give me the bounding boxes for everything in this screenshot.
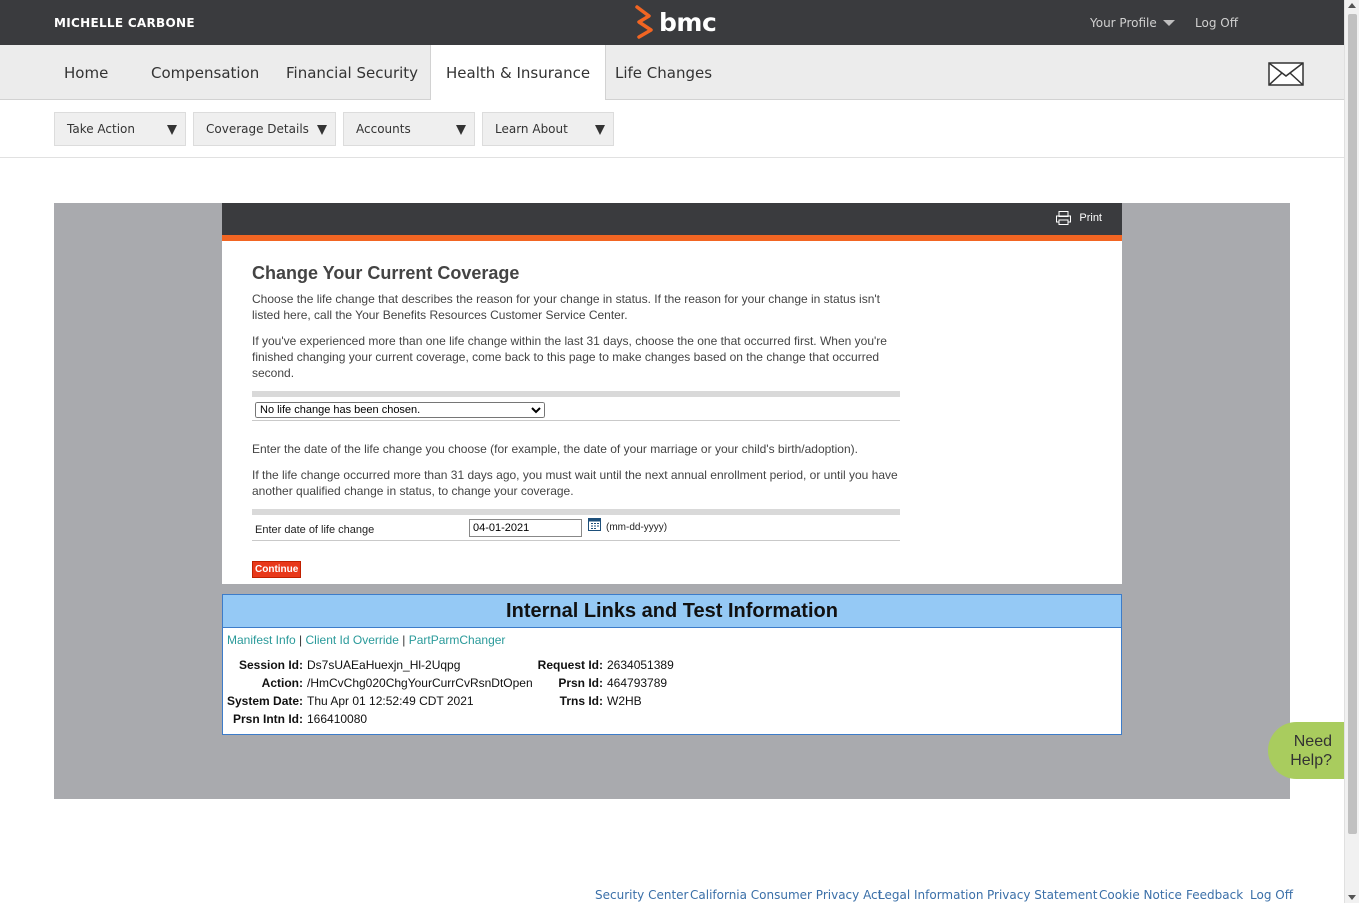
footer-ccpa-link[interactable]: California Consumer Privacy Act [690,888,882,902]
session-id-label: Session Id: [238,658,303,672]
system-date-value: Thu Apr 01 12:52:49 CDT 2021 [307,694,474,708]
scroll-up-icon[interactable] [1348,3,1356,8]
date-label: Enter date of life change [255,524,375,536]
accent-stripe [222,235,1122,241]
footer-privacy-link[interactable]: Privacy Statement [987,888,1097,902]
prsn-id-value: 464793789 [607,676,668,690]
session-id-value: Ds7sUAEaHuexjn_Hl-2Uqpg [307,658,461,672]
action-label: Action: [261,676,303,690]
request-id-value: 2634051389 [607,658,674,672]
footer-logoff-link[interactable]: Log Off [1250,888,1293,902]
tab-life-changes[interactable]: Life Changes [605,45,722,100]
prsn-intn-id-label: Prsn Intn Id: [233,712,303,726]
coverage-panel: Print Change Your Current Coverage Choos… [222,203,1122,584]
print-label: Print [1079,212,1102,224]
trns-id-row: Trns Id: W2HB [537,694,642,708]
mail-icon[interactable] [1268,62,1304,86]
test-info-panel: Internal Links and Test Information Mani… [222,594,1122,735]
chevron-down-icon [1162,20,1175,26]
top-bar: MICHELLE CARBONE bmc Your Profile Log Of… [0,0,1344,45]
main-nav: Home Compensation Financial Security Hea… [0,45,1344,100]
bmc-logo[interactable]: bmc [633,5,717,39]
sub-nav: Take Action Coverage Details Accounts Le… [0,100,1344,158]
trns-id-value: W2HB [607,694,642,708]
logo-text: bmc [659,7,717,37]
page-scrollbar[interactable] [1344,0,1359,903]
continue-button[interactable]: Continue [252,561,302,578]
footer-security-center-link[interactable]: Security Center [595,888,688,902]
dropdown-label: Take Action [67,122,135,136]
footer-feedback-link[interactable]: Feedback [1186,888,1243,902]
need-help-button[interactable]: Need Help? [1268,722,1344,779]
life-change-select[interactable]: No life change has been chosen. [255,402,545,418]
panel-header: Print [222,203,1122,235]
prsn-id-row: Prsn Id: 464793789 [537,676,667,690]
life-change-row: No life change has been chosen. [252,391,900,421]
client-id-override-link[interactable]: Client Id Override [306,633,399,647]
dropdown-label: Learn About [495,122,568,136]
test-info-title: Internal Links and Test Information [223,595,1121,628]
life-change-date-input[interactable] [469,519,582,537]
request-id-label: Request Id: [537,658,603,672]
system-date-label: System Date: [227,694,304,708]
need-help-line2: Help? [1290,752,1332,769]
date-format-hint: (mm-dd-yyyy) [606,522,668,533]
session-id-row: Session Id: Ds7sUAEaHuexjn_Hl-2Uqpg [227,658,460,672]
multiple-changes-text: If you've experienced more than one life… [252,334,887,380]
action-row: Action: /HmCvChg020ChgYourCurrCvRsnDtOpen [227,676,533,690]
prsn-id-label: Prsn Id: [558,676,603,690]
coverage-details-dropdown[interactable]: Coverage Details [193,112,336,146]
dropdown-label: Accounts [356,122,411,136]
enrollment-note-text: If the life change occurred more than 31… [252,468,898,498]
accounts-dropdown[interactable]: Accounts [343,112,475,146]
scroll-down-icon[interactable] [1348,895,1356,900]
need-help-line1: Need [1293,733,1332,750]
trns-id-label: Trns Id: [559,694,603,708]
bmc-logo-icon [635,5,653,39]
calendar-icon[interactable] [588,518,601,531]
request-id-row: Request Id: 2634051389 [537,658,674,672]
partparmchanger-link[interactable]: PartParmChanger [409,633,506,647]
prsn-intn-id-value: 166410080 [307,712,368,726]
tab-home[interactable]: Home [54,45,118,100]
logoff-link[interactable]: Log Off [1195,16,1238,30]
profile-menu[interactable]: Your Profile [1090,16,1175,30]
page-title: Change Your Current Coverage [252,263,520,283]
footer-cookie-link[interactable]: Cookie Notice [1099,888,1182,902]
system-date-row: System Date: Thu Apr 01 12:52:49 CDT 2021 [227,694,474,708]
user-name: MICHELLE CARBONE [54,16,195,30]
printer-icon [1056,211,1072,225]
caret-down-icon [595,125,605,135]
caret-down-icon [317,125,327,135]
scroll-thumb[interactable] [1348,14,1357,834]
tab-health-insurance[interactable]: Health & Insurance [430,45,607,100]
test-info-links: Manifest Info | Client Id Override | Par… [227,633,505,647]
caret-down-icon [167,125,177,135]
caret-down-icon [456,125,466,135]
manifest-info-link[interactable]: Manifest Info [227,633,296,647]
take-action-dropdown[interactable]: Take Action [54,112,186,146]
date-row: Enter date of life change (mm-dd-yyyy) [252,509,900,541]
date-instruction-text: Enter the date of the life change you ch… [252,442,858,456]
learn-about-dropdown[interactable]: Learn About [482,112,614,146]
link-separator: | [402,633,406,647]
dropdown-label: Coverage Details [206,122,309,136]
prsn-intn-id-row: Prsn Intn Id: 166410080 [227,712,367,726]
print-button[interactable]: Print [1056,211,1102,225]
action-value: /HmCvChg020ChgYourCurrCvRsnDtOpen [307,676,533,690]
profile-label: Your Profile [1090,16,1157,30]
tab-compensation[interactable]: Compensation [141,45,269,100]
tab-financial-security[interactable]: Financial Security [276,45,428,100]
link-separator: | [299,633,303,647]
coverage-form: Change Your Current Coverage Choose the … [252,263,900,578]
footer-legal-link[interactable]: Legal Information [878,888,983,902]
page: MICHELLE CARBONE bmc Your Profile Log Of… [0,0,1359,903]
intro-text: Choose the life change that describes th… [252,292,880,322]
